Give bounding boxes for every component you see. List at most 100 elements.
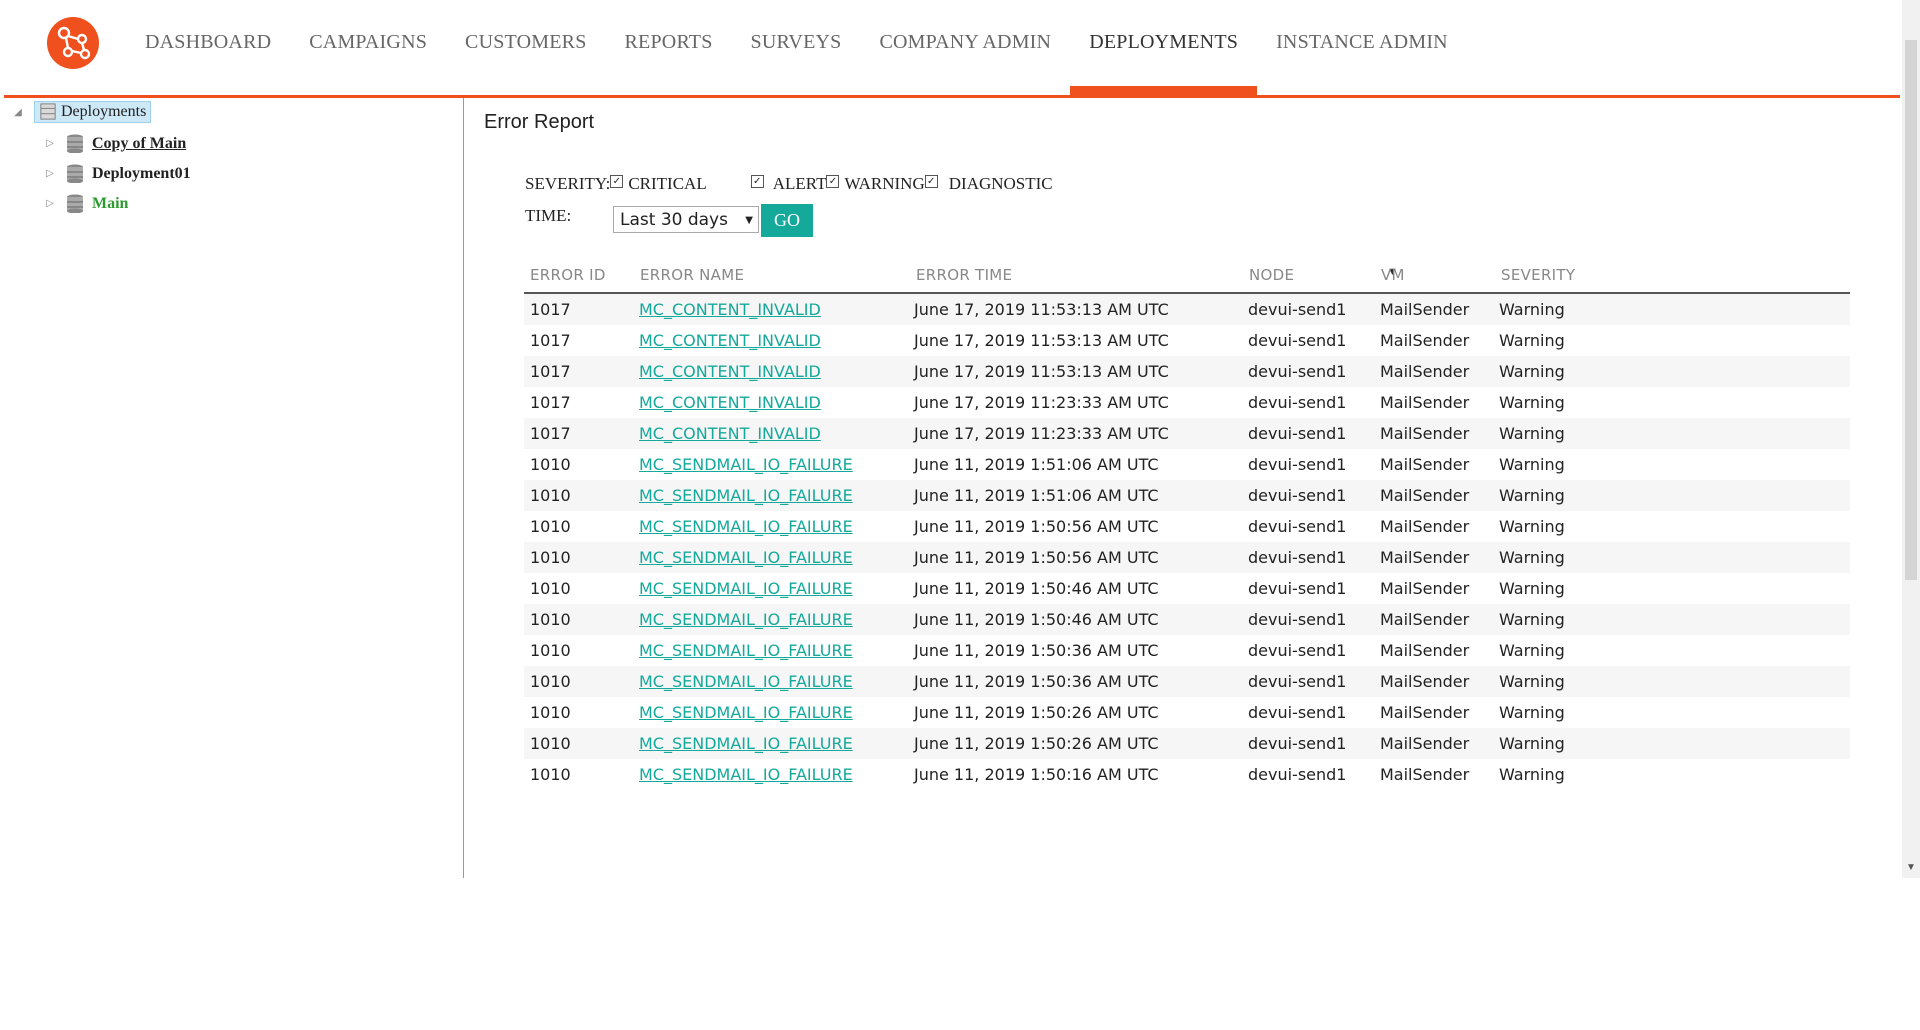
node-cell: devui-send1 (1248, 362, 1347, 381)
go-button[interactable]: GO (761, 204, 813, 237)
error-name-link[interactable]: MC_CONTENT_INVALID (639, 331, 821, 350)
table-row: 1017 MC_CONTENT_INVALID June 17, 2019 11:2… (524, 387, 1850, 418)
tree-node-label[interactable]: Copy of Main (92, 135, 186, 153)
critical-label: CRITICAL (628, 174, 707, 193)
severity-cell: Warning (1499, 703, 1565, 722)
error-name-link[interactable]: MC_SENDMAIL_IO_FAILURE (639, 641, 853, 660)
expand-triangle-icon[interactable]: ▷ (44, 168, 56, 179)
column-header-severity[interactable]: SEVERITY (1501, 266, 1575, 284)
nav-item-dashboard[interactable]: DASHBOARD (126, 0, 290, 95)
tree-node-label[interactable]: Main (92, 195, 128, 213)
top-navigation: DASHBOARD CAMPAIGNS CUSTOMERS REPORTS SU… (0, 0, 1900, 98)
column-header-error-name[interactable]: ERROR NAME (640, 266, 744, 284)
nav-item-company-admin[interactable]: COMPANY ADMIN (860, 0, 1070, 95)
collapse-triangle-icon[interactable]: ◢ (12, 107, 24, 118)
app-logo-icon[interactable] (47, 17, 99, 69)
node-cell: devui-send1 (1248, 703, 1347, 722)
main-content: Error Report SEVERITY: ✓ CRITICAL ✓ ALER… (464, 98, 1900, 878)
nav-item-surveys[interactable]: SURVEYS (732, 0, 861, 95)
vm-cell: MailSender (1380, 362, 1470, 381)
vm-cell: MailSender (1380, 672, 1470, 691)
severity-cell: Warning (1499, 548, 1565, 567)
error-name-link[interactable]: MC_CONTENT_INVALID (639, 424, 821, 443)
warning-checkbox[interactable]: ✓ (826, 174, 840, 188)
time-range-value: Last 30 days (620, 210, 728, 230)
error-time-cell: June 11, 2019 1:50:26 AM UTC (914, 703, 1159, 722)
severity-cell: Warning (1499, 672, 1565, 691)
node-cell: devui-send1 (1248, 331, 1347, 350)
error-id-cell: 1010 (530, 517, 571, 536)
tree-node-deployment01[interactable]: ▷ Deployment01 (44, 164, 191, 183)
error-name-link[interactable]: MC_SENDMAIL_IO_FAILURE (639, 734, 853, 753)
nav-item-instance-admin[interactable]: INSTANCE ADMIN (1257, 0, 1467, 95)
warning-label: WARNING (844, 174, 925, 193)
table-row: 1010 MC_SENDMAIL_IO_FAILURE June 11, 2019 … (524, 759, 1850, 790)
severity-cell: Warning (1499, 455, 1565, 474)
error-name-link[interactable]: MC_SENDMAIL_IO_FAILURE (639, 610, 853, 629)
node-cell: devui-send1 (1248, 672, 1347, 691)
severity-cell: Warning (1499, 424, 1565, 443)
severity-cell: Warning (1499, 300, 1565, 319)
scrollbar-thumb[interactable] (1905, 40, 1917, 580)
node-cell: devui-send1 (1248, 765, 1347, 784)
nav-item-reports[interactable]: REPORTS (606, 0, 732, 95)
error-name-link[interactable]: MC_SENDMAIL_IO_FAILURE (639, 703, 853, 722)
error-name-link[interactable]: MC_SENDMAIL_IO_FAILURE (639, 672, 853, 691)
expand-triangle-icon[interactable]: ▷ (44, 198, 56, 209)
expand-triangle-icon[interactable]: ▷ (44, 138, 56, 149)
tree-node-copy-of-main[interactable]: ▷ Copy of Main (44, 134, 186, 153)
vm-cell: MailSender (1380, 703, 1470, 722)
error-name-link[interactable]: MC_SENDMAIL_IO_FAILURE (639, 486, 853, 505)
error-id-cell: 1010 (530, 455, 571, 474)
column-header-vm[interactable]: VM (1381, 266, 1405, 284)
error-id-cell: 1010 (530, 610, 571, 629)
error-name-link[interactable]: MC_SENDMAIL_IO_FAILURE (639, 517, 853, 536)
error-id-cell: 1017 (530, 300, 571, 319)
node-cell: devui-send1 (1248, 548, 1347, 567)
tree-node-root-label[interactable]: Deployments (34, 101, 152, 123)
table-row: 1017 MC_CONTENT_INVALID June 17, 2019 11:5… (524, 356, 1850, 387)
error-time-cell: June 17, 2019 11:53:13 AM UTC (914, 362, 1169, 381)
error-name-link[interactable]: MC_SENDMAIL_IO_FAILURE (639, 455, 853, 474)
tree-node-deployments[interactable]: ◢ Deployments (12, 101, 152, 123)
table-row: 1010 MC_SENDMAIL_IO_FAILURE June 11, 2019 … (524, 542, 1850, 573)
severity-cell: Warning (1499, 486, 1565, 505)
node-cell: devui-send1 (1248, 300, 1347, 319)
column-header-node[interactable]: NODE (1249, 266, 1294, 284)
tree-node-root-text: Deployments (61, 103, 147, 120)
error-id-cell: 1017 (530, 362, 571, 381)
vm-cell: MailSender (1380, 734, 1470, 753)
error-name-link[interactable]: MC_CONTENT_INVALID (639, 300, 821, 319)
error-name-link[interactable]: MC_SENDMAIL_IO_FAILURE (639, 765, 853, 784)
nav-item-deployments[interactable]: DEPLOYMENTS (1070, 0, 1257, 95)
error-name-link[interactable]: MC_CONTENT_INVALID (639, 362, 821, 381)
error-id-cell: 1010 (530, 672, 571, 691)
column-header-error-id[interactable]: ERROR ID (530, 266, 606, 284)
scroll-down-arrow-icon[interactable]: ▼ (1903, 860, 1919, 876)
error-time-cell: June 11, 2019 1:50:46 AM UTC (914, 579, 1159, 598)
deployment-tree-sidebar: ◢ Deployments ▷ Copy of Main ▷ Deploymen… (0, 98, 464, 878)
table-row: 1017 MC_CONTENT_INVALID June 17, 2019 11:2… (524, 418, 1850, 449)
nav-item-campaigns[interactable]: CAMPAIGNS (290, 0, 446, 95)
critical-checkbox[interactable]: ✓ (610, 174, 624, 188)
table-row: 1010 MC_SENDMAIL_IO_FAILURE June 11, 2019 … (524, 697, 1850, 728)
diagnostic-checkbox[interactable]: ✓ (924, 174, 938, 188)
nav-item-customers[interactable]: CUSTOMERS (446, 0, 605, 95)
error-id-cell: 1017 (530, 424, 571, 443)
error-id-cell: 1017 (530, 393, 571, 412)
alert-checkbox[interactable]: ✓ (750, 174, 764, 188)
vm-cell: MailSender (1380, 486, 1470, 505)
severity-cell: Warning (1499, 331, 1565, 350)
severity-cell: Warning (1499, 393, 1565, 412)
node-cell: devui-send1 (1248, 517, 1347, 536)
error-id-cell: 1010 (530, 703, 571, 722)
error-name-link[interactable]: MC_SENDMAIL_IO_FAILURE (639, 548, 853, 567)
error-name-link[interactable]: MC_SENDMAIL_IO_FAILURE (639, 579, 853, 598)
time-range-select[interactable]: Last 30 days ▼ (613, 206, 759, 233)
column-header-error-time[interactable]: ERROR TIME (916, 266, 1012, 284)
vm-cell: MailSender (1380, 393, 1470, 412)
node-cell: devui-send1 (1248, 486, 1347, 505)
error-name-link[interactable]: MC_CONTENT_INVALID (639, 393, 821, 412)
tree-node-main[interactable]: ▷ Main (44, 194, 128, 213)
tree-node-label[interactable]: Deployment01 (92, 165, 191, 183)
